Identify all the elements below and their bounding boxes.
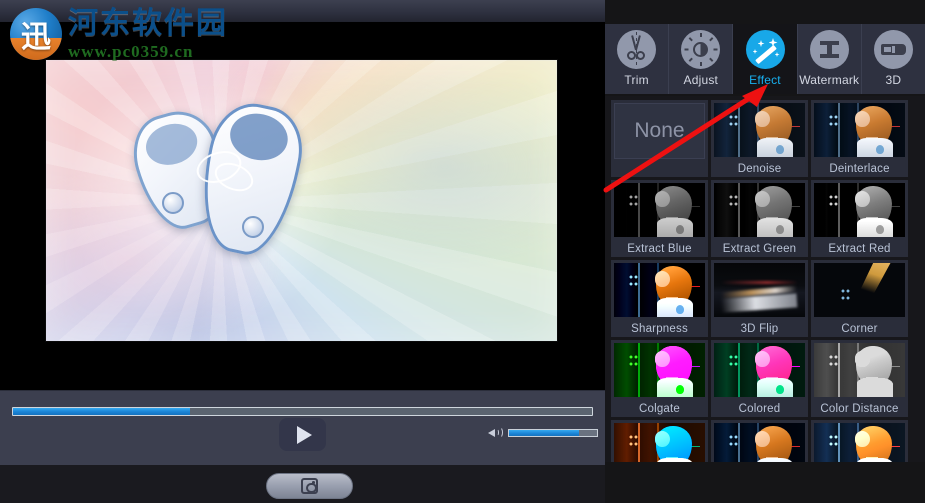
effect-item[interactable]: Denoise (711, 100, 808, 177)
effect-label: Denoise (737, 163, 782, 175)
effect-item[interactable]: Corner (811, 260, 908, 337)
effect-item[interactable] (711, 420, 808, 462)
effect-thumbnail (714, 183, 805, 237)
shoe-charm (242, 216, 264, 238)
play-icon (296, 425, 312, 444)
effects-panel: Trim Adjust Effect Watermark 3D None Den… (605, 0, 925, 503)
effect-thumbnail (714, 423, 805, 462)
effect-label: 3D Flip (740, 323, 779, 335)
scissors-icon (617, 30, 657, 69)
effect-label: Extract Blue (627, 243, 692, 255)
video-effect-dialog: 迅 河东软件园 www.pc0359.cn Trim Adjust Effect… (0, 0, 925, 503)
effects-grid: None Denoise Deinterlace Extract Blue Extrac… (611, 100, 911, 462)
site-name-text: 河东软件园 (68, 6, 228, 41)
effect-item[interactable] (811, 420, 908, 462)
effect-thumbnail (714, 263, 805, 317)
volume-slider-fill (509, 430, 580, 436)
effect-item[interactable]: Color Distance (811, 340, 908, 417)
site-logo-glyph: 迅 (21, 21, 51, 54)
tab-adjust-label: Adjust (683, 73, 719, 87)
effect-item[interactable]: Colored (711, 340, 808, 417)
shoe-charm (162, 192, 184, 214)
effect-item[interactable]: Sharpness (611, 260, 708, 337)
tab-effect[interactable]: Effect (733, 24, 798, 94)
effect-thumbnail (714, 343, 805, 397)
tab-watermark[interactable]: Watermark (798, 24, 862, 94)
tab-effect-label: Effect (749, 73, 781, 87)
effect-thumbnail (814, 103, 905, 157)
watermark-icon (809, 30, 849, 69)
effect-label: Deinterlace (829, 163, 890, 175)
effect-label: Extract Green (722, 243, 797, 255)
3d-glasses-icon (873, 30, 913, 69)
effect-item[interactable]: Extract Blue (611, 180, 708, 257)
video-preview[interactable] (46, 60, 557, 341)
seek-bar-fill (13, 408, 190, 415)
effect-label: Colgate (638, 403, 681, 415)
effect-thumbnail (614, 343, 705, 397)
effect-label: Sharpness (631, 323, 688, 335)
effect-thumbnail (814, 263, 905, 317)
effect-item[interactable]: 3D Flip (711, 260, 808, 337)
site-url-text: www.pc0359.cn (68, 42, 194, 61)
tool-tabbar: Trim Adjust Effect Watermark 3D (605, 24, 925, 94)
tab-3d-label: 3D (885, 73, 902, 87)
site-logo-icon: 迅 (10, 8, 62, 60)
brightness-icon (681, 30, 721, 69)
effect-item[interactable]: Extract Red (811, 180, 908, 257)
effect-thumbnail (614, 423, 705, 462)
camera-icon (301, 478, 318, 494)
effect-label: Extract Red (828, 243, 891, 255)
speaker-icon (488, 427, 503, 439)
effect-item[interactable]: None (611, 100, 708, 177)
preview-color-blooms (46, 60, 557, 341)
effect-thumbnail (814, 343, 905, 397)
tab-adjust[interactable]: Adjust (669, 24, 734, 94)
tab-watermark-label: Watermark (799, 73, 860, 87)
effect-thumbnail (814, 423, 905, 462)
tab-trim-label: Trim (624, 73, 649, 87)
play-button[interactable] (279, 418, 326, 451)
video-stage (0, 22, 605, 390)
effect-item[interactable]: Deinterlace (811, 100, 908, 177)
effect-thumbnail (614, 183, 705, 237)
effect-item[interactable]: Colgate (611, 340, 708, 417)
effect-thumbnail (614, 263, 705, 317)
magic-wand-icon (745, 30, 785, 69)
volume-slider[interactable] (508, 429, 598, 437)
effect-label: Corner (841, 323, 878, 335)
effect-label: Color Distance (820, 403, 899, 415)
tab-3d[interactable]: 3D (862, 24, 925, 94)
snapshot-button[interactable] (266, 473, 353, 499)
effect-item[interactable] (611, 420, 708, 462)
effect-item[interactable]: Extract Green (711, 180, 808, 257)
effects-scroll-region: None Denoise Deinterlace Extract Blue Extrac… (605, 96, 925, 462)
seek-bar[interactable] (12, 407, 593, 416)
effect-thumbnail (814, 183, 905, 237)
volume-control[interactable] (488, 426, 598, 440)
effect-thumbnail (714, 103, 805, 157)
effect-none-thumbnail: None (614, 103, 705, 159)
preview-side: 迅 河东软件园 www.pc0359.cn (0, 0, 605, 503)
tab-trim[interactable]: Trim (605, 24, 670, 94)
effect-label: Colored (738, 403, 781, 415)
site-watermark: 迅 河东软件园 www.pc0359.cn (6, 2, 236, 64)
